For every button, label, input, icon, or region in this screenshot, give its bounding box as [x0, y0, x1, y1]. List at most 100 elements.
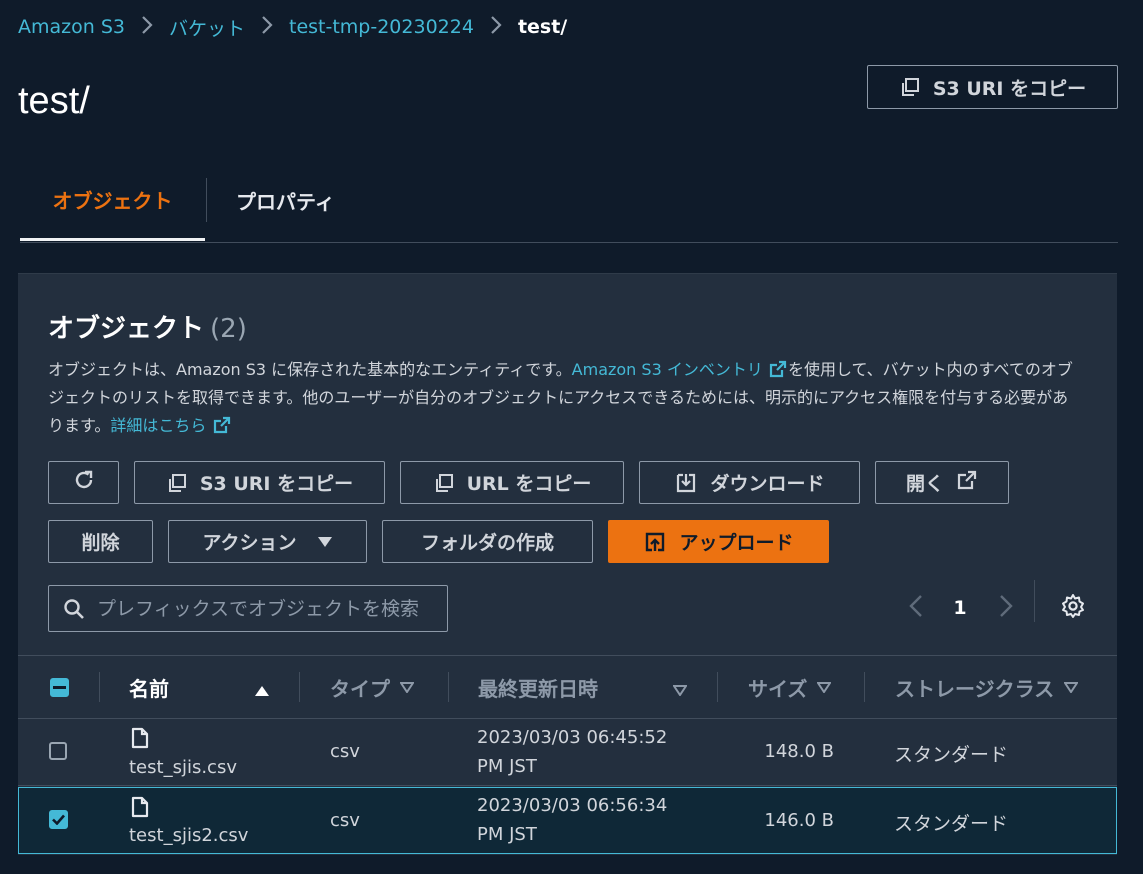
delete-button[interactable]: 削除 [48, 520, 153, 563]
column-header-size[interactable]: サイズ [748, 656, 832, 718]
copy-icon [166, 472, 188, 494]
create-folder-button[interactable]: フォルダの作成 [382, 520, 593, 563]
search-icon [63, 598, 85, 620]
copy-s3-uri-label: S3 URI をコピー [932, 77, 1087, 100]
copy-s3-uri-label: S3 URI をコピー [199, 473, 354, 495]
copy-icon [899, 76, 921, 98]
chevron-right-icon [141, 15, 153, 40]
chevron-right-icon [490, 15, 502, 40]
row-checkbox-checked[interactable] [49, 810, 68, 829]
external-link-icon [212, 416, 232, 435]
tab-divider [206, 178, 207, 222]
column-header-size-label: サイズ [748, 676, 808, 701]
copy-url-button[interactable]: URL をコピー [400, 461, 624, 504]
preferences-button[interactable] [1056, 586, 1090, 630]
column-header-name[interactable]: 名前 [129, 656, 169, 718]
column-header-type[interactable]: タイプ [330, 656, 414, 718]
chevron-right-icon [261, 15, 273, 40]
object-storage-class: スタンダード [894, 744, 1009, 766]
panel-description: オブジェクトは、Amazon S3 に保存された基本的なエンティティです。Ama… [48, 356, 1078, 440]
breadcrumb: Amazon S3 バケット test-tmp-20230224 test/ [18, 14, 567, 40]
details-link[interactable]: 詳細はこちら [110, 416, 231, 435]
open-button[interactable]: 開く [875, 461, 1009, 504]
row-checkbox[interactable] [49, 742, 67, 760]
panel-title: オブジェクト (2) [48, 308, 247, 345]
upload-label: アップロード [679, 532, 794, 554]
object-modified-date: 2023/03/03 06:45:52 [477, 727, 668, 748]
sort-caret-icon [817, 681, 832, 693]
inventory-link[interactable]: Amazon S3 インベントリ [572, 360, 788, 379]
next-page-button[interactable] [992, 586, 1020, 630]
tab-objects[interactable]: オブジェクト [20, 160, 205, 241]
copy-s3-uri-header-button[interactable]: S3 URI をコピー [867, 65, 1118, 109]
sort-caret-icon [400, 681, 414, 693]
column-header-type-label: タイプ [330, 676, 390, 701]
object-type: csv [330, 741, 360, 762]
chevron-right-icon [999, 594, 1013, 622]
upload-icon [643, 530, 667, 554]
caret-down-icon [317, 531, 333, 553]
search-box [48, 585, 448, 632]
sort-ascending-icon[interactable] [254, 682, 270, 701]
sort-caret-icon [1064, 681, 1079, 693]
create-folder-label: フォルダの作成 [420, 532, 554, 554]
object-size: 146.0 B [764, 810, 834, 831]
object-modified-time-zone: PM JST [477, 756, 537, 777]
refresh-button[interactable] [48, 461, 119, 504]
upload-button[interactable]: アップロード [608, 520, 829, 563]
refresh-icon [72, 468, 96, 497]
column-separator [448, 672, 449, 702]
column-separator [717, 672, 718, 702]
page-title: test/ [18, 80, 90, 122]
pager-divider [1034, 580, 1035, 622]
open-label: 開く [905, 473, 944, 495]
object-modified-date: 2023/03/03 06:56:34 [477, 795, 668, 816]
tab-bar: オブジェクト プロパティ [20, 160, 1118, 243]
object-modified-time-zone: PM JST [477, 824, 537, 845]
column-separator [299, 672, 300, 702]
select-all-checkbox[interactable] [50, 678, 69, 697]
object-name-link[interactable]: test_sjis2.csv [129, 825, 248, 846]
details-link-label: 詳細はこちら [110, 416, 207, 435]
chevron-left-icon [909, 594, 923, 622]
breadcrumb-current: test/ [517, 16, 568, 38]
file-icon [131, 727, 149, 753]
column-header-storage-class-label: ストレージクラス [895, 676, 1055, 701]
download-icon [674, 471, 698, 495]
inventory-link-label: Amazon S3 インベントリ [571, 360, 763, 379]
actions-dropdown[interactable]: アクション [168, 520, 367, 563]
description-text-1: オブジェクトは、Amazon S3 に保存された基本的なエンティティです。 [48, 360, 572, 379]
previous-page-button[interactable] [902, 586, 930, 630]
table-row[interactable]: test_sjis.csv csv 2023/03/03 06:45:52 PM… [18, 718, 1117, 786]
sort-caret-icon[interactable] [672, 681, 688, 700]
page-number[interactable]: 1 [946, 586, 974, 630]
search-input[interactable] [95, 596, 439, 621]
breadcrumb-bucket[interactable]: test-tmp-20230224 [289, 16, 474, 38]
breadcrumb-amazon-s3[interactable]: Amazon S3 [18, 16, 125, 38]
file-icon [131, 796, 149, 822]
download-label: ダウンロード [710, 473, 825, 495]
external-link-icon [956, 469, 978, 496]
object-type: csv [330, 810, 360, 831]
object-count: (2) [210, 314, 247, 344]
table-row-selected[interactable]: test_sjis2.csv csv 2023/03/03 06:56:34 P… [18, 787, 1117, 854]
breadcrumb-buckets[interactable]: バケット [169, 14, 245, 41]
copy-s3-uri-button[interactable]: S3 URI をコピー [134, 461, 385, 504]
copy-url-label: URL をコピー [466, 473, 592, 495]
panel-title-text: オブジェクト [48, 314, 205, 344]
object-name-link[interactable]: test_sjis.csv [129, 757, 237, 778]
column-separator [864, 672, 865, 702]
copy-icon [433, 472, 455, 494]
table-header: 名前 タイプ 最終更新日時 サイズ ストレージクラス [18, 655, 1117, 719]
download-button[interactable]: ダウンロード [639, 461, 860, 504]
object-storage-class: スタンダード [894, 813, 1009, 835]
gear-icon [1060, 593, 1086, 623]
delete-label: 削除 [81, 532, 120, 554]
object-size: 148.0 B [764, 741, 834, 762]
actions-label: アクション [202, 532, 297, 554]
column-header-last-modified[interactable]: 最終更新日時 [478, 656, 598, 718]
external-link-icon [768, 360, 788, 379]
column-separator [99, 672, 100, 702]
tab-properties[interactable]: プロパティ [236, 160, 335, 240]
column-header-storage-class[interactable]: ストレージクラス [895, 656, 1079, 718]
